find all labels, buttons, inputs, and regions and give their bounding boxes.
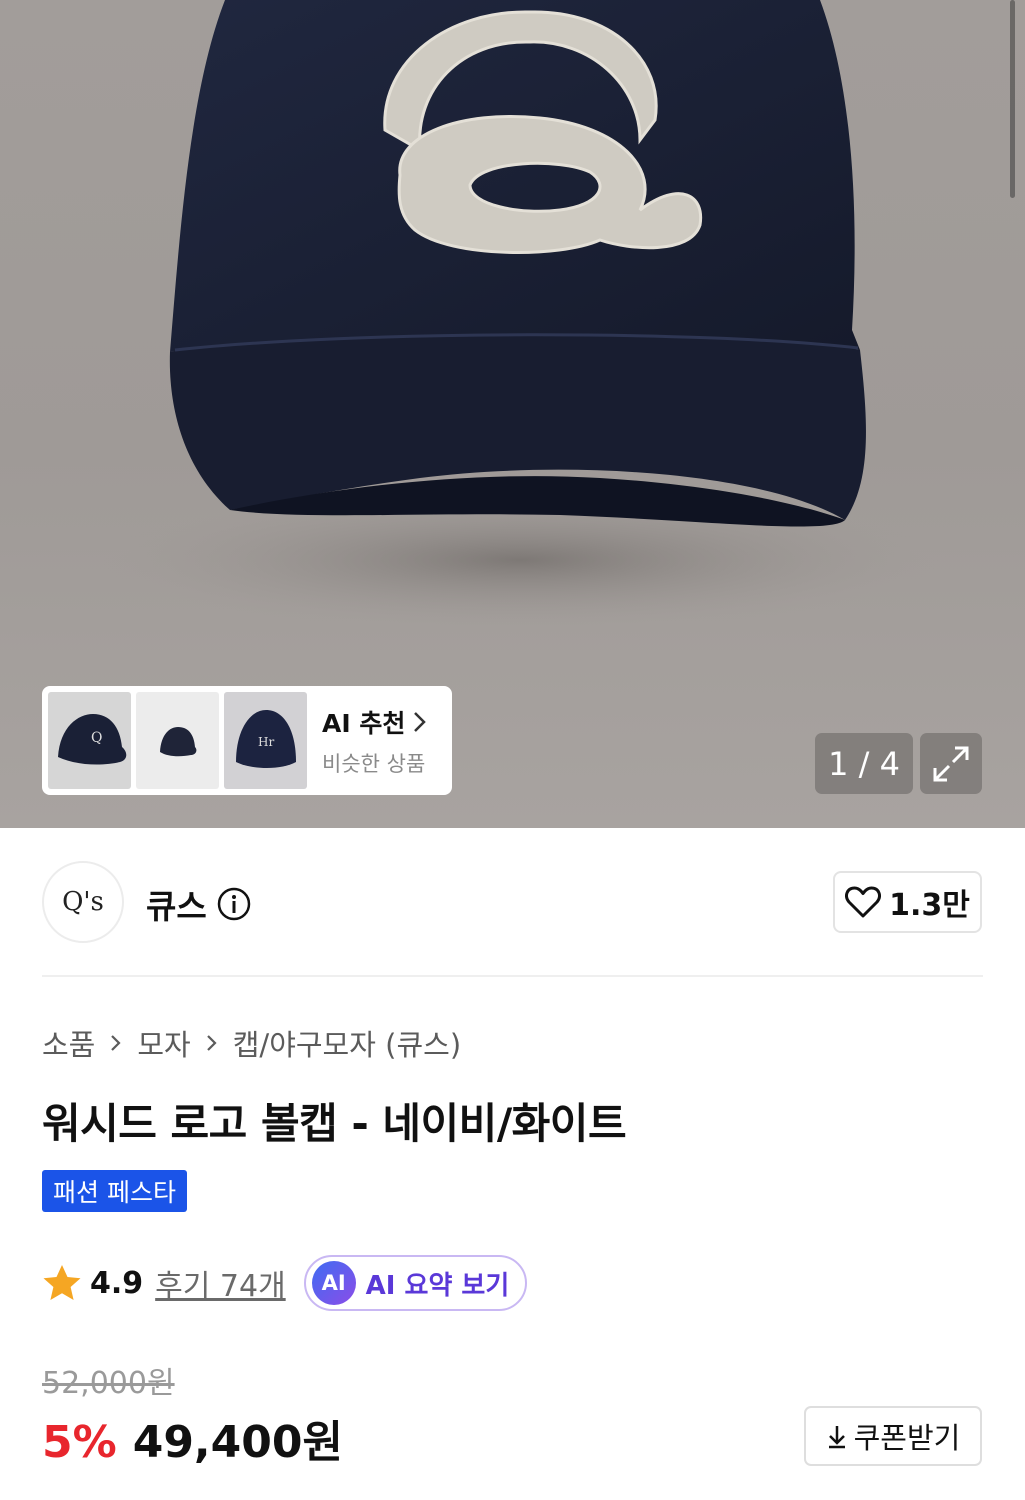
expand-icon (933, 746, 969, 781)
original-price: 52,000원 (42, 1366, 175, 1401)
breadcrumb-item-hats[interactable]: 모자 (137, 1022, 190, 1064)
chevron-right-icon (111, 1035, 121, 1051)
svg-text:Hr: Hr (258, 735, 274, 749)
discount-rate: 5% (42, 1417, 117, 1468)
ai-summary-label: AI 요약 보기 (365, 1270, 510, 1301)
ai-recommend-card[interactable]: Q Hr AI 추천 비슷한 상품 (42, 686, 452, 795)
svg-text:Q: Q (91, 730, 102, 746)
ai-recommend-subtitle: 비슷한 상품 (322, 751, 426, 776)
rating-row: 4.9 후기 74개 AI AI 요약 보기 (42, 1255, 528, 1311)
product-image-gallery[interactable]: Q Hr AI 추천 비슷한 상품 1 / 4 (0, 0, 1025, 828)
navy-cap-thumbnail[interactable]: Q (48, 692, 131, 789)
brand-logo[interactable]: Q's (42, 861, 124, 943)
fashion-festa-badge: 패션 페스타 (42, 1170, 187, 1212)
download-icon (828, 1426, 845, 1449)
heart-outline-icon (845, 886, 882, 918)
ai-chip-icon: AI (311, 1261, 356, 1305)
brand-name-link[interactable]: 큐스 (146, 880, 251, 928)
chevron-right-icon (206, 1035, 217, 1051)
info-icon[interactable] (217, 887, 251, 921)
image-scrollbar[interactable] (1010, 0, 1015, 198)
rating-score: 4.9 (90, 1265, 144, 1301)
like-count: 1.3만 (889, 888, 970, 923)
price-row: 5% 49,400원 (42, 1406, 343, 1470)
sale-price: 49,400원 (132, 1417, 343, 1468)
ai-summary-button[interactable]: AI AI 요약 보기 (303, 1255, 528, 1311)
like-button[interactable]: 1.3만 (833, 871, 982, 933)
breadcrumb-item-caps[interactable]: 캡/야구모자 (큐스) (233, 1022, 461, 1064)
navy-cap-front-thumbnail[interactable]: Hr (224, 692, 307, 789)
coupon-button[interactable]: 쿠폰받기 (804, 1406, 982, 1466)
brand-name: 큐스 (146, 887, 207, 926)
small-cap-thumbnail[interactable] (136, 692, 219, 789)
divider (42, 975, 983, 977)
expand-button[interactable] (920, 733, 982, 794)
product-title: 워시드 로고 볼캡 - 네이비/화이트 (42, 1099, 627, 1148)
breadcrumb-item-accessories[interactable]: 소품 (42, 1022, 95, 1064)
review-count-link[interactable]: 후기 74개 (155, 1261, 286, 1305)
star-icon (43, 1265, 81, 1300)
coupon-label: 쿠폰받기 (853, 1421, 961, 1455)
chevron-right-icon (414, 711, 427, 732)
breadcrumb: 소품 모자 캡/야구모자 (큐스) (42, 1022, 461, 1064)
image-counter: 1 / 4 (815, 733, 913, 794)
ai-recommend-title: AI 추천 (322, 704, 427, 740)
